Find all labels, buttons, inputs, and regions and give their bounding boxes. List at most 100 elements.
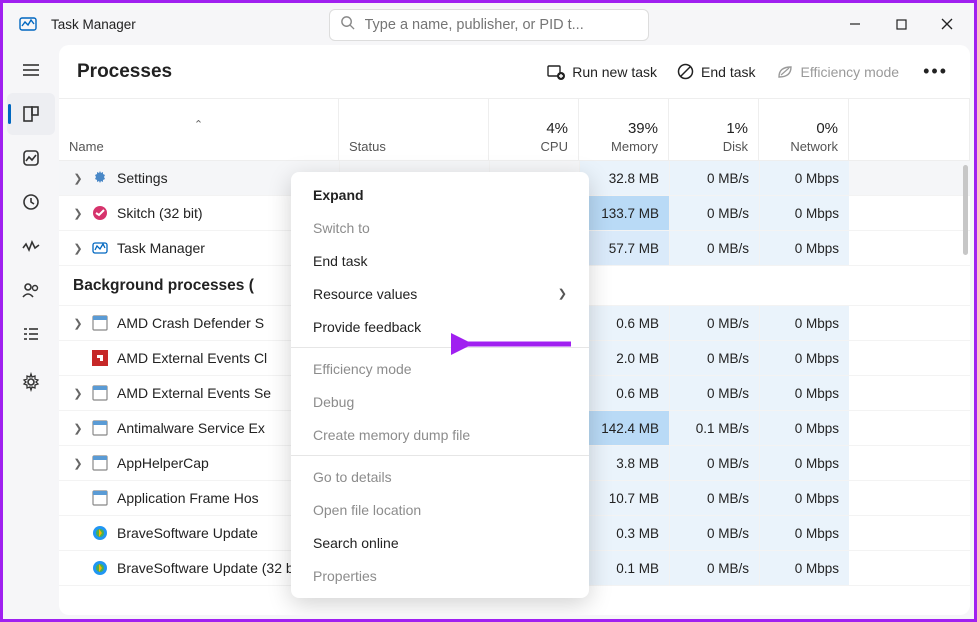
disk-cell: 0 MB/s <box>669 196 759 230</box>
disk-cell: 0 MB/s <box>669 551 759 585</box>
process-name: AMD Crash Defender S <box>117 315 264 331</box>
memory-cell: 32.8 MB <box>579 161 669 195</box>
network-cell: 0 Mbps <box>759 341 849 375</box>
memory-cell: 0.1 MB <box>579 551 669 585</box>
menu-item-switch-to: Switch to <box>291 211 589 244</box>
menu-item-provide-feedback[interactable]: Provide feedback <box>291 310 589 343</box>
memory-cell: 133.7 MB <box>579 196 669 230</box>
scrollbar-thumb[interactable] <box>963 165 968 255</box>
memory-cell: 0.6 MB <box>579 376 669 410</box>
disk-cell: 0 MB/s <box>669 516 759 550</box>
minimize-button[interactable] <box>832 3 878 45</box>
search-icon <box>340 15 355 35</box>
process-icon <box>91 559 109 577</box>
network-cell: 0 Mbps <box>759 306 849 340</box>
process-icon <box>91 239 109 257</box>
disk-cell: 0 MB/s <box>669 306 759 340</box>
nav-users[interactable] <box>7 269 55 311</box>
chevron-right-icon[interactable]: ❯ <box>69 172 87 185</box>
search-input[interactable] <box>365 17 638 33</box>
menu-item-debug: Debug <box>291 385 589 418</box>
process-name: AMD External Events Cl <box>117 350 267 366</box>
menu-item-end-task[interactable]: End task <box>291 244 589 277</box>
disk-cell: 0 MB/s <box>669 481 759 515</box>
nav-hamburger[interactable] <box>7 49 55 91</box>
process-icon <box>91 454 109 472</box>
maximize-button[interactable] <box>878 3 924 45</box>
memory-cell: 142.4 MB <box>579 411 669 445</box>
chevron-right-icon[interactable]: ❯ <box>69 317 87 330</box>
titlebar: Task Manager <box>3 3 974 45</box>
process-icon <box>91 349 109 367</box>
toolbar: Processes Run new task End task Efficien… <box>59 45 970 99</box>
process-icon <box>91 489 109 507</box>
search-box[interactable] <box>329 9 649 41</box>
nav-startup[interactable] <box>7 225 55 267</box>
process-name: Antimalware Service Ex <box>117 420 265 436</box>
process-icon <box>91 314 109 332</box>
chevron-right-icon[interactable]: ❯ <box>69 422 87 435</box>
col-status[interactable]: Status <box>339 99 489 160</box>
menu-item-open-file-location: Open file location <box>291 493 589 526</box>
disk-cell: 0 MB/s <box>669 376 759 410</box>
nav-app-history[interactable] <box>7 181 55 223</box>
menu-item-resource-values[interactable]: Resource values❯ <box>291 277 589 310</box>
network-cell: 0 Mbps <box>759 551 849 585</box>
nav-details[interactable] <box>7 313 55 355</box>
disk-cell: 0 MB/s <box>669 231 759 265</box>
nav-processes[interactable] <box>7 93 55 135</box>
col-name[interactable]: ⌃ Name <box>59 99 339 160</box>
disk-cell: 0.1 MB/s <box>669 411 759 445</box>
process-icon <box>91 384 109 402</box>
end-task-button[interactable]: End task <box>677 63 755 80</box>
col-cpu[interactable]: 4%CPU <box>489 99 579 160</box>
memory-cell: 3.8 MB <box>579 446 669 480</box>
process-name: AppHelperCap <box>117 455 209 471</box>
chevron-right-icon[interactable]: ❯ <box>69 207 87 220</box>
disk-cell: 0 MB/s <box>669 161 759 195</box>
memory-cell: 57.7 MB <box>579 231 669 265</box>
memory-cell: 0.3 MB <box>579 516 669 550</box>
network-cell: 0 Mbps <box>759 376 849 410</box>
process-name: BraveSoftware Update <box>117 525 258 541</box>
col-memory[interactable]: 39%Memory <box>579 99 669 160</box>
col-disk[interactable]: 1%Disk <box>669 99 759 160</box>
process-name: Skitch (32 bit) <box>117 205 203 221</box>
chevron-right-icon[interactable]: ❯ <box>69 242 87 255</box>
menu-separator <box>291 455 589 456</box>
chevron-right-icon[interactable]: ❯ <box>69 457 87 470</box>
network-cell: 0 Mbps <box>759 196 849 230</box>
menu-item-search-online[interactable]: Search online <box>291 526 589 559</box>
process-icon <box>91 419 109 437</box>
menu-item-create-memory-dump-file: Create memory dump file <box>291 418 589 451</box>
nav-performance[interactable] <box>7 137 55 179</box>
app-title: Task Manager <box>51 17 136 32</box>
efficiency-mode-button: Efficiency mode <box>776 64 900 80</box>
leaf-icon <box>776 64 794 80</box>
process-name: BraveSoftware Update (32 bit) <box>117 560 305 576</box>
process-name: Task Manager <box>117 240 205 256</box>
main-panel: Processes Run new task End task Efficien… <box>59 45 970 615</box>
close-button[interactable] <box>924 3 970 45</box>
network-cell: 0 Mbps <box>759 231 849 265</box>
chevron-right-icon: ❯ <box>558 287 567 300</box>
table-header: ⌃ Name Status 4%CPU 39%Memory 1%Disk 0%N… <box>59 99 970 161</box>
page-title: Processes <box>77 61 172 83</box>
run-task-icon <box>547 64 565 80</box>
menu-item-properties: Properties <box>291 559 589 592</box>
vertical-scrollbar[interactable] <box>958 45 970 615</box>
run-new-task-button[interactable]: Run new task <box>547 64 657 80</box>
context-menu: ExpandSwitch toEnd taskResource values❯P… <box>291 172 589 598</box>
network-cell: 0 Mbps <box>759 516 849 550</box>
memory-cell: 10.7 MB <box>579 481 669 515</box>
disk-cell: 0 MB/s <box>669 341 759 375</box>
col-network[interactable]: 0%Network <box>759 99 849 160</box>
process-icon <box>91 524 109 542</box>
menu-item-expand[interactable]: Expand <box>291 178 589 211</box>
nav-services[interactable] <box>7 361 55 403</box>
network-cell: 0 Mbps <box>759 161 849 195</box>
end-task-icon <box>677 63 694 80</box>
more-button[interactable]: ••• <box>919 61 952 82</box>
process-name: Settings <box>117 170 168 186</box>
chevron-right-icon[interactable]: ❯ <box>69 387 87 400</box>
